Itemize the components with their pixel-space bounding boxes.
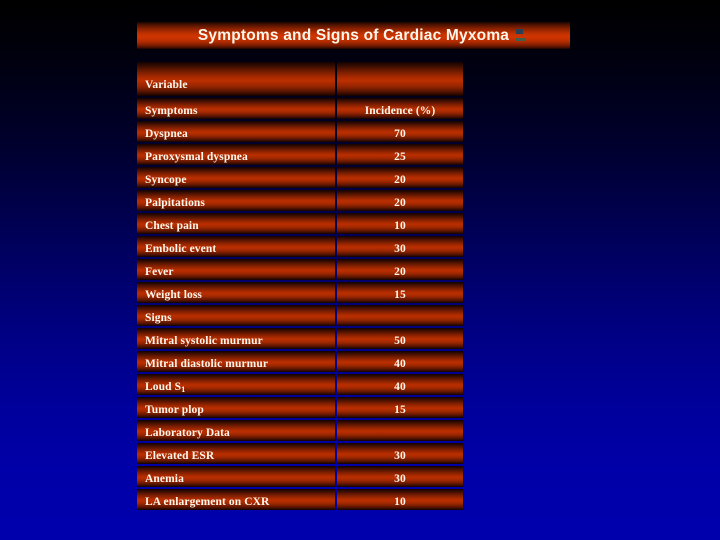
table-cell-label: Laboratory Data bbox=[137, 420, 335, 441]
table-cell-label: Chest pain bbox=[137, 213, 335, 234]
table-cell-label-text: Tumor plop bbox=[145, 404, 204, 416]
table-cell-value: 50 bbox=[337, 328, 463, 349]
table-cell-value: 20 bbox=[337, 167, 463, 188]
table-row: Weight loss 15 bbox=[137, 282, 463, 303]
table-cell-value-text: 40 bbox=[394, 358, 406, 370]
table-header-blank-cell bbox=[337, 62, 463, 96]
table-cell-value: Incidence (%) bbox=[337, 98, 463, 119]
table-row: Dyspnea 70 bbox=[137, 121, 463, 142]
table-cell-value-text: 30 bbox=[394, 243, 406, 255]
table-row: Anemia 30 bbox=[137, 466, 463, 487]
table-cell-value: 20 bbox=[337, 190, 463, 211]
table-cell-label: LA enlargement on CXR bbox=[137, 489, 335, 510]
table-body: Symptoms Incidence (%) Dyspnea 70 Paroxysmal… bbox=[137, 98, 463, 510]
table-cell-label-text: Symptoms bbox=[145, 105, 198, 117]
table-cell-label-text: Signs bbox=[145, 312, 172, 324]
table-cell-label: Mitral diastolic murmur bbox=[137, 351, 335, 372]
table-cell-value: 10 bbox=[337, 489, 463, 510]
table-cell-label: Paroxysmal dyspnea bbox=[137, 144, 335, 165]
table-row: Signs bbox=[137, 305, 463, 326]
slide-canvas: Symptoms and Signs of Cardiac Myxoma Var… bbox=[0, 0, 720, 540]
table-cell-label: Syncope bbox=[137, 167, 335, 188]
table-cell-value: 20 bbox=[337, 259, 463, 280]
table-cell-value bbox=[337, 305, 463, 326]
table-cell-label-text: Laboratory Data bbox=[145, 427, 230, 439]
table-cell-value-text: 50 bbox=[394, 335, 406, 347]
table-cell-value-text: 30 bbox=[394, 450, 406, 462]
table-row: LA enlargement on CXR 10 bbox=[137, 489, 463, 510]
table-cell-value-text: 30 bbox=[394, 473, 406, 485]
table-cell-value-text: 70 bbox=[394, 128, 406, 140]
table-cell-label: Tumor plop bbox=[137, 397, 335, 418]
table-cell-label-text: Paroxysmal dyspnea bbox=[145, 151, 248, 163]
table-cell-value-text: 10 bbox=[394, 496, 406, 508]
table-cell-label: Dyspnea bbox=[137, 121, 335, 142]
table-cell-value-text: 20 bbox=[394, 266, 406, 278]
table-cell-value: 30 bbox=[337, 236, 463, 257]
table-cell-label-text: Embolic event bbox=[145, 243, 217, 255]
table-cell-label-text: Chest pain bbox=[145, 220, 199, 232]
table-cell-value-text: 10 bbox=[394, 220, 406, 232]
table-cell-value bbox=[337, 420, 463, 441]
table-cell-label-text: Mitral systolic murmur bbox=[145, 335, 263, 347]
table-cell-label-text: Elevated ESR bbox=[145, 450, 215, 462]
table-header-variable-cell: Variable bbox=[137, 62, 335, 96]
table-header-variable-label: Variable bbox=[145, 79, 188, 91]
table-cell-value: 15 bbox=[337, 397, 463, 418]
table-cell-value: 25 bbox=[337, 144, 463, 165]
table-cell-value: 30 bbox=[337, 443, 463, 464]
table-row: Loud S1 40 bbox=[137, 374, 463, 395]
table-cell-label-text: Weight loss bbox=[145, 289, 203, 301]
table-cell-value-text: 20 bbox=[394, 174, 406, 186]
table-row: Elevated ESR 30 bbox=[137, 443, 463, 464]
table-cell-label: Signs bbox=[137, 305, 335, 326]
table-cell-value-text: Incidence (%) bbox=[364, 105, 436, 117]
symptoms-signs-table: Variable Symptoms Incidence (%) Dyspnea 70 P… bbox=[137, 62, 463, 514]
table-row: Palpitations 20 bbox=[137, 190, 463, 211]
table-cell-value-text: 25 bbox=[394, 151, 406, 163]
table-cell-label-text: Syncope bbox=[145, 174, 187, 186]
table-cell-label-text: Mitral diastolic murmur bbox=[145, 358, 269, 370]
table-row: Mitral diastolic murmur 40 bbox=[137, 351, 463, 372]
table-cell-label-text: Anemia bbox=[145, 473, 184, 485]
table-row: Chest pain 10 bbox=[137, 213, 463, 234]
table-cell-label: Symptoms bbox=[137, 98, 335, 119]
table-cell-label: Loud S1 bbox=[137, 374, 335, 395]
table-row: Laboratory Data bbox=[137, 420, 463, 441]
table-cell-label: Fever bbox=[137, 259, 335, 280]
table-row: Tumor plop 15 bbox=[137, 397, 463, 418]
table-cell-label: Palpitations bbox=[137, 190, 335, 211]
table-cell-label-text: Dyspnea bbox=[145, 128, 188, 140]
table-bottom-edge bbox=[137, 512, 463, 514]
table-cell-label-text: Palpitations bbox=[145, 197, 205, 209]
table-row: Mitral systolic murmur 50 bbox=[137, 328, 463, 349]
table-cell-label: Elevated ESR bbox=[137, 443, 335, 464]
table-cell-value-text: 15 bbox=[394, 289, 406, 301]
table-cell-label-text: Loud S1 bbox=[145, 381, 186, 394]
table-cell-value: 40 bbox=[337, 351, 463, 372]
table-cell-value-text: 40 bbox=[394, 381, 406, 393]
table-cell-label: Weight loss bbox=[137, 282, 335, 303]
table-cell-value-text: 20 bbox=[394, 197, 406, 209]
table-cell-label: Mitral systolic murmur bbox=[137, 328, 335, 349]
table-cell-value: 70 bbox=[337, 121, 463, 142]
slide-title-banner: Symptoms and Signs of Cardiac Myxoma bbox=[137, 22, 570, 49]
table-row: Paroxysmal dyspnea 25 bbox=[137, 144, 463, 165]
page-title: Symptoms and Signs of Cardiac Myxoma bbox=[197, 27, 510, 44]
table-cell-label-text: Fever bbox=[145, 266, 174, 278]
table-row: Symptoms Incidence (%) bbox=[137, 98, 463, 119]
table-cell-value: 30 bbox=[337, 466, 463, 487]
title-reference-marker-icon bbox=[516, 29, 525, 43]
table-cell-label: Anemia bbox=[137, 466, 335, 487]
table-cell-value: 40 bbox=[337, 374, 463, 395]
table-cell-value: 15 bbox=[337, 282, 463, 303]
table-row: Embolic event 30 bbox=[137, 236, 463, 257]
table-cell-value-text: 15 bbox=[394, 404, 406, 416]
table-cell-label: Embolic event bbox=[137, 236, 335, 257]
table-cell-label-text: LA enlargement on CXR bbox=[145, 496, 270, 508]
table-row: Syncope 20 bbox=[137, 167, 463, 188]
table-header-row: Variable bbox=[137, 62, 463, 96]
table-cell-value: 10 bbox=[337, 213, 463, 234]
table-row: Fever 20 bbox=[137, 259, 463, 280]
